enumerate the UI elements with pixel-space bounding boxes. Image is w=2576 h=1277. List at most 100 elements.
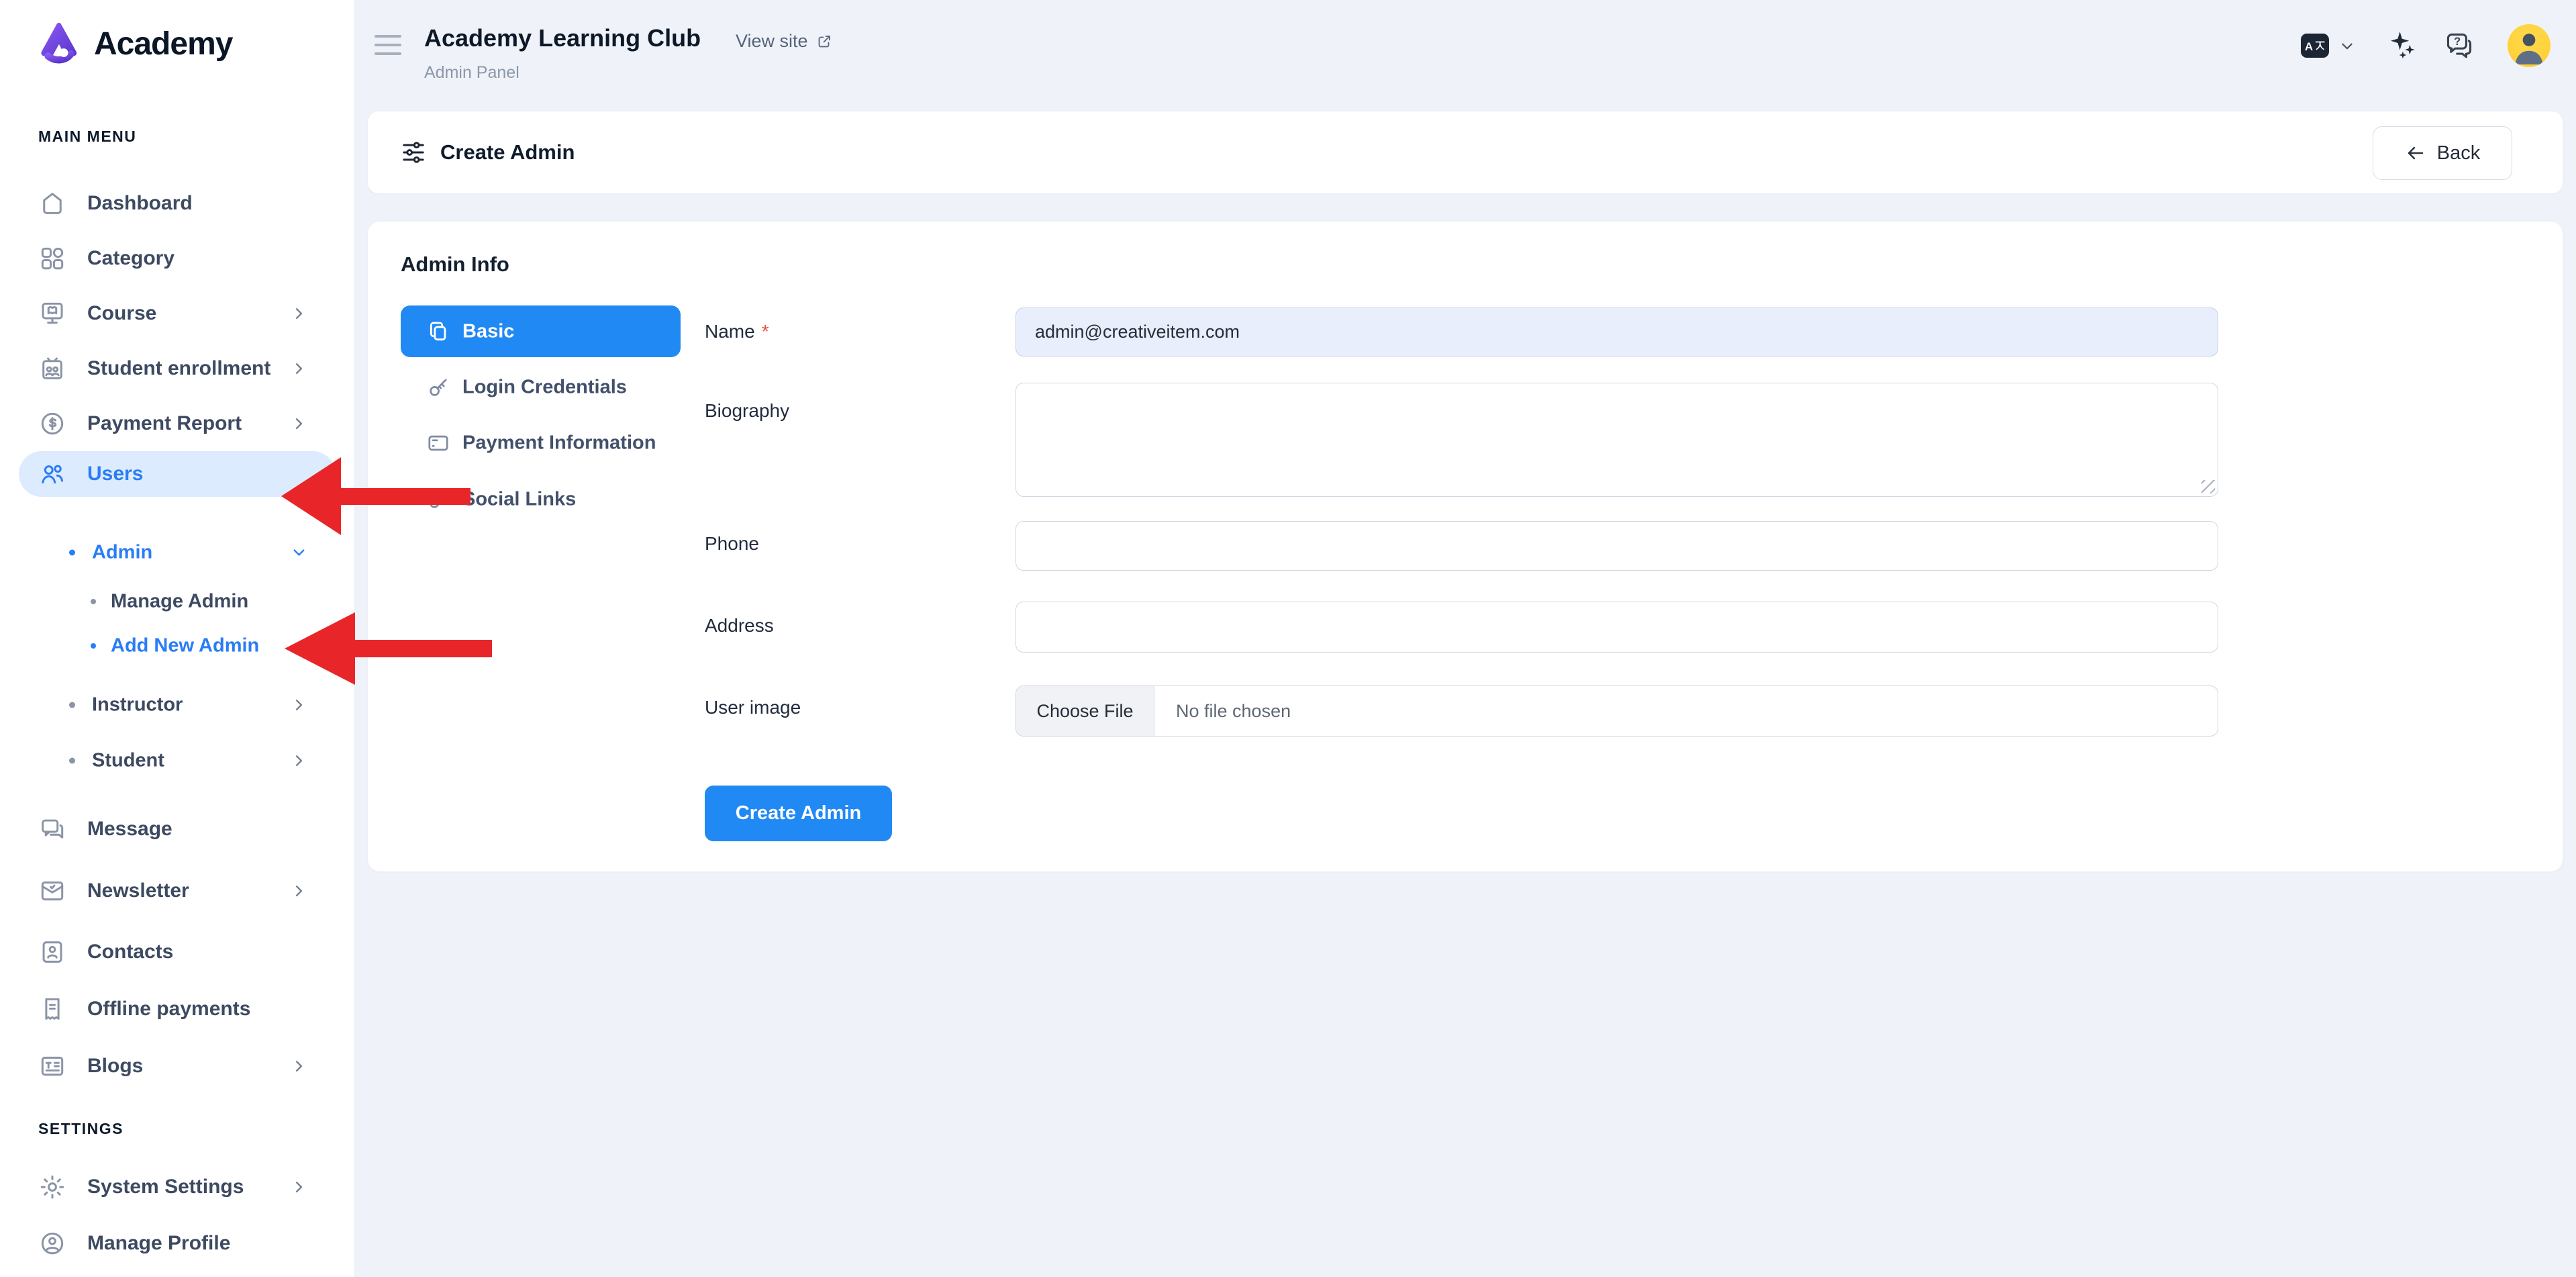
admin-panel-app: Academy MAIN MENU Dashboard Category Cou… [0, 0, 2576, 1277]
sidebar-item-users[interactable]: Users [19, 451, 336, 497]
site-subtitle: Admin Panel [424, 63, 519, 83]
back-button[interactable]: Back [2373, 126, 2512, 180]
sidebar-item-label: Student enrollment [87, 357, 270, 380]
tab-label: Basic [462, 320, 514, 342]
sparkles-icon[interactable] [2385, 28, 2418, 60]
arrow-left-icon [2405, 142, 2426, 164]
course-icon [38, 299, 66, 328]
home-icon [38, 189, 66, 218]
sidebar-item-label: Course [87, 302, 156, 325]
sidebar-item-label: Message [87, 818, 172, 841]
card-heading: Admin Info [401, 252, 509, 277]
sidebar-item-label: Blogs [87, 1055, 143, 1078]
copy-icon [426, 320, 450, 344]
sidebar-item-blogs[interactable]: Blogs [0, 1044, 355, 1088]
biography-label: Biography [705, 400, 789, 422]
sidebar-subitem-label: Add New Admin [111, 635, 259, 657]
tab-label: Social Links [462, 489, 576, 511]
chevron-right-icon [290, 752, 308, 770]
sidebar-subitem-label: Manage Admin [111, 591, 248, 613]
bullet-dot [91, 643, 96, 649]
chevron-down-icon[interactable] [2338, 38, 2356, 55]
sidebar-item-system-settings[interactable]: System Settings [0, 1165, 355, 1209]
biography-textarea[interactable] [1015, 383, 2218, 497]
name-label: Name* [705, 321, 769, 342]
tab-payment-information[interactable]: Payment Information [401, 421, 681, 465]
sidebar-item-dashboard[interactable]: Dashboard [0, 181, 355, 226]
sidebar-item-course[interactable]: Course [0, 291, 355, 336]
sidebar-item-category[interactable]: Category [0, 236, 355, 281]
section-main-menu: MAIN MENU [38, 128, 136, 146]
page-title: Create Admin [440, 140, 575, 164]
sidebar-subitem-admin[interactable]: Admin [0, 530, 355, 575]
sidebar-item-student-enrollment[interactable]: Student enrollment [0, 346, 355, 391]
chevron-right-icon [290, 696, 308, 714]
sidebar-item-label: Offline payments [87, 998, 250, 1021]
choose-file-button[interactable]: Choose File [1016, 686, 1154, 736]
tab-login-credentials[interactable]: Login Credentials [401, 365, 681, 410]
sidebar-item-payment-report[interactable]: Payment Report [0, 401, 355, 446]
chevron-down-icon [290, 544, 308, 562]
tab-basic[interactable]: Basic [401, 305, 681, 357]
external-link-icon [816, 34, 832, 50]
logo[interactable]: Academy [34, 19, 232, 68]
bullet-dot [69, 758, 75, 764]
newsletter-icon [38, 877, 66, 905]
contacts-icon [38, 938, 66, 966]
tab-label: Payment Information [462, 432, 656, 455]
offline-payments-icon [38, 995, 66, 1023]
user-image-label: User image [705, 697, 801, 718]
sidebar-subitem-label: Student [92, 750, 164, 772]
page-toolbar: Create Admin Back [368, 111, 2563, 193]
sidebar-subitem-label: Admin [92, 542, 152, 564]
logo-text: Academy [94, 26, 232, 62]
svg-text:?: ? [2454, 36, 2461, 48]
sidebar-subitem-label: Instructor [92, 694, 183, 716]
sidebar-item-label: Category [87, 247, 175, 270]
person-circle-icon [38, 1229, 66, 1258]
chevron-right-icon [290, 882, 308, 900]
name-input[interactable] [1015, 308, 2218, 357]
bullet-dot [69, 550, 75, 556]
phone-label: Phone [705, 533, 759, 555]
student-enrollment-icon [38, 354, 66, 383]
sidebar-item-label: Manage Profile [87, 1232, 230, 1255]
tab-label: Login Credentials [462, 377, 627, 399]
hamburger-menu-icon[interactable] [375, 35, 401, 55]
address-input[interactable] [1015, 602, 2218, 653]
site-title: Academy Learning Club [424, 24, 701, 52]
users-icon [38, 460, 66, 488]
sidebar-subitem-student[interactable]: Student [0, 739, 355, 783]
no-file-chosen-text: No file chosen [1176, 701, 1291, 722]
user-avatar[interactable] [2508, 24, 2550, 67]
message-icon [38, 815, 66, 843]
sidebar-item-contacts[interactable]: Contacts [0, 930, 355, 974]
bullet-dot [91, 599, 96, 604]
chevron-right-icon [290, 415, 308, 433]
required-asterisk: * [762, 321, 769, 342]
sidebar-item-label: System Settings [87, 1176, 244, 1198]
key-icon [426, 375, 450, 399]
sidebar-item-label: Payment Report [87, 412, 242, 435]
sidebar-subitem-add-new-admin[interactable]: Add New Admin [0, 624, 355, 668]
create-admin-button[interactable]: Create Admin [705, 786, 892, 841]
credit-card-icon [426, 431, 450, 455]
user-image-file-input[interactable]: Choose File No file chosen [1015, 685, 2218, 737]
help-chat-icon[interactable]: ? [2443, 30, 2475, 61]
blogs-icon [38, 1052, 66, 1080]
sidebar-item-newsletter[interactable]: Newsletter [0, 869, 355, 913]
sidebar-subitem-manage-admin[interactable]: Manage Admin [0, 579, 355, 624]
address-label: Address [705, 615, 774, 636]
sliders-icon [400, 139, 427, 166]
sidebar-item-label: Newsletter [87, 880, 189, 902]
phone-input[interactable] [1015, 521, 2218, 571]
sidebar-item-manage-profile[interactable]: Manage Profile [0, 1221, 355, 1266]
language-translate-icon[interactable]: A [2301, 34, 2329, 58]
sidebar-item-message[interactable]: Message [0, 807, 355, 851]
sidebar-subitem-instructor[interactable]: Instructor [0, 683, 355, 727]
view-site-link[interactable]: View site [736, 31, 832, 52]
sidebar-item-label: Contacts [87, 941, 173, 963]
biography-field-wrap [1015, 383, 2218, 497]
sidebar-item-offline-payments[interactable]: Offline payments [0, 987, 355, 1031]
tab-social-links[interactable]: Social Links [401, 477, 681, 522]
